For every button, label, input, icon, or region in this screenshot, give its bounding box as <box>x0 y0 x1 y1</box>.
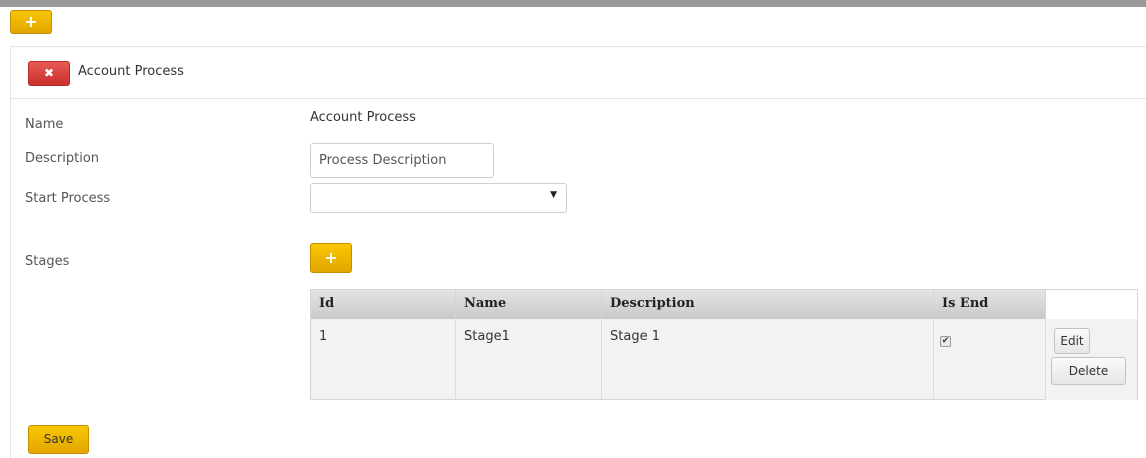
is-end-checkbox[interactable]: ✔ <box>940 336 951 347</box>
top-divider <box>0 0 1146 7</box>
panel-header: ✖ Account Process <box>11 47 1146 99</box>
cell-is-end <box>934 319 1046 400</box>
column-header-name: Name <box>456 290 602 319</box>
add-process-button[interactable]: + <box>10 10 52 34</box>
name-label: Name <box>25 117 64 132</box>
column-header-description: Description <box>602 290 934 319</box>
chevron-down-icon: ▼ <box>550 190 557 200</box>
description-input[interactable]: Process Description <box>310 143 494 178</box>
cell-name: Stage1 <box>456 319 602 400</box>
cell-id: 1 <box>311 319 456 400</box>
stages-table: Id Name Description Is End 1 Stage1 Stag… <box>310 289 1138 400</box>
edit-stage-button[interactable]: Edit <box>1054 328 1090 354</box>
delete-stage-button[interactable]: Delete <box>1051 357 1126 385</box>
column-header-id: Id <box>311 290 456 319</box>
start-process-select[interactable]: ▼ <box>310 183 567 213</box>
add-stage-button[interactable]: + <box>310 243 352 273</box>
start-process-label: Start Process <box>25 191 111 206</box>
column-header-is-end: Is End <box>934 290 1046 319</box>
close-button[interactable]: ✖ <box>28 61 70 86</box>
panel-title: Account Process <box>78 64 184 79</box>
save-button[interactable]: Save <box>28 425 89 454</box>
column-header-actions <box>1046 290 1137 319</box>
name-value: Account Process <box>310 110 416 125</box>
stages-label: Stages <box>25 254 70 269</box>
cell-description: Stage 1 <box>602 319 934 400</box>
description-label: Description <box>25 151 100 166</box>
